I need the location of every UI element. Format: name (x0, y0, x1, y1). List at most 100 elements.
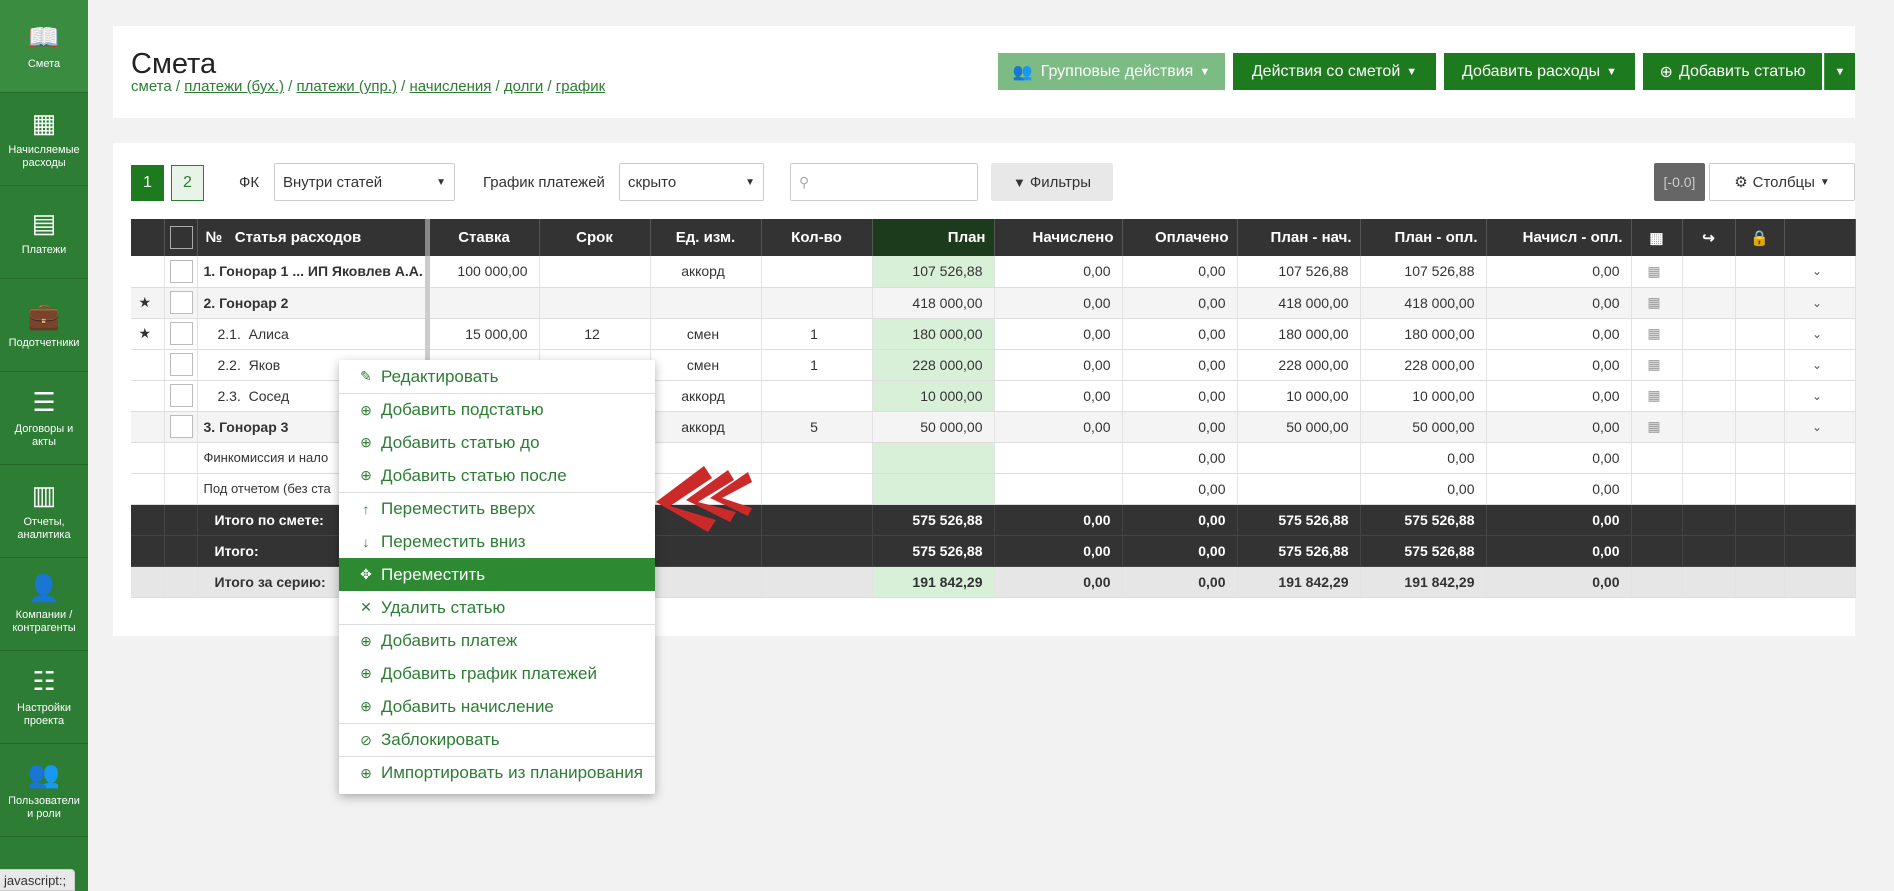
table-row[interactable]: ★ 2. Гонорар 2 418 000,00 0,00 0,00 418 000,0… (131, 287, 1856, 319)
page-2-button[interactable]: 2 (171, 165, 204, 201)
fk-select[interactable]: Внутри статей ▼ (274, 163, 455, 201)
col-accrued-paid[interactable]: Начисл - опл. (1486, 219, 1632, 256)
add-item-button[interactable]: ⊕ Добавить статью (1643, 53, 1822, 90)
share-icon[interactable]: ↪ (1682, 219, 1736, 256)
sidebar-item-3[interactable]: 💼 Подотчетники (0, 279, 88, 372)
menu-item[interactable]: ✥ Переместить (339, 558, 655, 591)
menu-item[interactable]: ✎ Редактировать (339, 360, 655, 393)
add-expenses-button[interactable]: Добавить расходы ▼ (1444, 53, 1635, 90)
cell-accrued: 0,00 (994, 380, 1123, 412)
filters-button[interactable]: ▼ Фильтры (991, 163, 1113, 201)
lock-icon[interactable]: 🔒 (1735, 219, 1785, 256)
calendar-icon[interactable]: ▦ (1631, 411, 1683, 443)
add-item-dropdown-button[interactable]: ▼ (1824, 53, 1855, 90)
menu-item[interactable]: ⊕ Добавить платеж (339, 624, 655, 657)
col-unit[interactable]: Ед. изм. (650, 219, 762, 256)
col-plan-paid[interactable]: План - опл. (1360, 219, 1487, 256)
sidebar-item-6[interactable]: 👤 Компании / контрагенты (0, 558, 88, 651)
estimate-actions-button[interactable]: Действия со сметой ▼ (1233, 53, 1436, 90)
sidebar-item-8[interactable]: 👥 Пользователи и роли (0, 744, 88, 837)
star-icon[interactable] (131, 411, 165, 443)
cell-paid: 0,00 (1122, 349, 1238, 381)
sidebar-item-7[interactable]: ☷ Настройки проекта (0, 651, 88, 744)
menu-item[interactable]: ↓ Переместить вниз (339, 525, 655, 558)
menu-item[interactable]: ✕ Удалить статью (339, 591, 655, 624)
col-term[interactable]: Срок (539, 219, 651, 256)
menu-item[interactable]: ⊕ Добавить подстатью (339, 393, 655, 426)
menu-item[interactable]: ⊘ Заблокировать (339, 723, 655, 756)
row-name[interactable]: 1. Гонорар 1 ... ИП Яковлев А.А. (197, 256, 430, 288)
star-icon[interactable] (131, 256, 165, 288)
sidebar-item-1[interactable]: ▦ Начисляемые расходы (0, 93, 88, 186)
sidebar-item-label: Платежи (21, 243, 67, 256)
breadcrumb-link[interactable]: долги (504, 78, 543, 95)
menu-item-label: Переместить вниз (381, 531, 526, 551)
star-icon[interactable]: ★ (131, 318, 165, 350)
row-name[interactable]: 2.1. Алиса (197, 318, 430, 350)
menu-item[interactable]: ⊕ Добавить график платежей (339, 657, 655, 690)
menu-item[interactable]: ⊕ Импортировать из планирования (339, 756, 655, 789)
table-row[interactable]: ★ 2.1. Алиса 15 000,00 12 смен 1 180 000,00 0,0… (131, 318, 1856, 350)
chevron-down-icon[interactable]: ⌄ (1784, 287, 1856, 319)
col-rate[interactable]: Ставка (427, 219, 540, 256)
search-input[interactable] (815, 174, 966, 190)
star-icon[interactable] (131, 349, 165, 381)
columns-button[interactable]: ⚙ Столбцы ▼ (1709, 163, 1855, 201)
plus-circle-icon: ⊕ (360, 764, 372, 781)
calendar-icon[interactable]: ▦ (1631, 219, 1683, 256)
menu-item[interactable]: ⊕ Добавить начисление (339, 690, 655, 723)
search-field[interactable]: ⚲ (790, 163, 978, 201)
menu-item[interactable]: ⊕ Добавить статью до (339, 426, 655, 459)
row-checkbox[interactable] (169, 322, 193, 345)
cell-plan_acc: 228 000,00 (1237, 349, 1361, 381)
row-checkbox[interactable] (169, 353, 193, 376)
calendar-icon[interactable]: ▦ (1631, 349, 1683, 381)
sidebar-item-5[interactable]: ▥ Отчеты, аналитика (0, 465, 88, 558)
star-icon[interactable]: ★ (131, 287, 165, 319)
breadcrumb-link[interactable]: платежи (бух.) (184, 78, 284, 95)
calendar-icon[interactable]: ▦ (1631, 380, 1683, 412)
cell-plan_paid: 0,00 (1360, 473, 1487, 505)
menu-item[interactable]: ↑ Переместить вверх (339, 492, 655, 525)
chevron-down-icon[interactable]: ⌄ (1784, 349, 1856, 381)
move-icon: ✥ (360, 566, 372, 582)
row-checkbox[interactable] (169, 291, 193, 314)
menu-item-label: Редактировать (381, 366, 499, 386)
schedule-select[interactable]: скрыто ▼ (619, 163, 764, 201)
menu-item[interactable]: ⊕ Добавить статью после (339, 459, 655, 492)
cell-accrued: 0,00 (994, 535, 1123, 567)
col-qty[interactable]: Кол-во (761, 219, 873, 256)
calendar-icon[interactable]: ▦ (1631, 256, 1683, 288)
table-row[interactable]: 1. Гонорар 1 ... ИП Яковлев А.А. 100 000,… (131, 256, 1856, 288)
chevron-down-icon: ▼ (1606, 65, 1618, 78)
sidebar-item-0[interactable]: 📖 Смета (0, 0, 88, 93)
cell-acc_paid: 0,00 (1486, 442, 1632, 474)
breadcrumb-link[interactable]: начисления (409, 78, 491, 95)
chevron-down-icon[interactable]: ⌄ (1784, 380, 1856, 412)
row-name[interactable]: 2. Гонорар 2 (197, 287, 430, 319)
cell-plan_paid: 191 842,29 (1360, 566, 1487, 598)
col-plan[interactable]: План (872, 219, 995, 256)
group-actions-button[interactable]: 👥 Групповые действия ▼ (998, 53, 1225, 90)
cell-term (539, 256, 651, 288)
row-checkbox[interactable] (169, 415, 193, 438)
select-all-checkbox[interactable] (169, 226, 193, 249)
chevron-down-icon[interactable]: ⌄ (1784, 318, 1856, 350)
col-plan-accrued[interactable]: План - нач. (1237, 219, 1361, 256)
sidebar-item-label: Пользователи и роли (8, 795, 80, 820)
page-1-button[interactable]: 1 (131, 165, 164, 201)
row-checkbox[interactable] (169, 384, 193, 407)
chevron-down-icon[interactable]: ⌄ (1784, 256, 1856, 288)
calendar-icon[interactable]: ▦ (1631, 287, 1683, 319)
breadcrumb-link[interactable]: платежи (упр.) (297, 78, 397, 95)
star-icon[interactable] (131, 380, 165, 412)
col-paid[interactable]: Оплачено (1122, 219, 1238, 256)
chevron-down-icon[interactable]: ⌄ (1784, 411, 1856, 443)
calendar-icon[interactable]: ▦ (1631, 318, 1683, 350)
breadcrumb-link[interactable]: график (556, 78, 605, 95)
sidebar-item-4[interactable]: ☰ Договоры и акты (0, 372, 88, 465)
plus-circle-icon: ⊕ (360, 632, 372, 649)
row-checkbox[interactable] (169, 259, 193, 283)
col-accrued[interactable]: Начислено (994, 219, 1123, 256)
sidebar-item-2[interactable]: ▤ Платежи (0, 186, 88, 279)
